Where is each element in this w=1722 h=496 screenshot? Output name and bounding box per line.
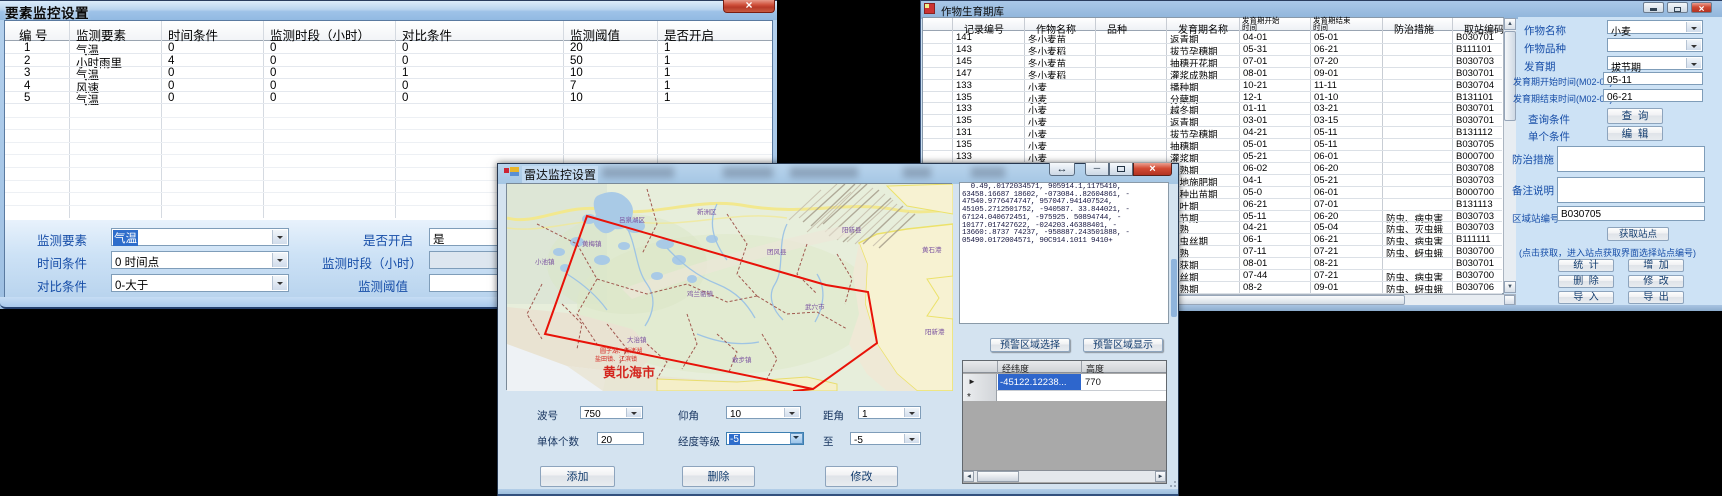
svg-text:新洲区: 新洲区 <box>697 207 717 216</box>
svg-text:呂泉湖区: 呂泉湖区 <box>619 215 646 224</box>
svg-text:黄梅镇: 黄梅镇 <box>582 239 602 248</box>
svg-text:小池镇: 小池镇 <box>535 257 555 266</box>
svg-text:团风县: 团风县 <box>767 248 787 256</box>
svg-text:阳新港: 阳新港 <box>925 327 945 336</box>
svg-text:圆子湖、新渚湖: 圆子湖、新渚湖 <box>600 347 642 355</box>
svg-text:敢步镇: 敢步镇 <box>732 355 752 364</box>
svg-text:武穴市: 武穴市 <box>805 302 825 311</box>
svg-text:鸡兰貉镇: 鸡兰貉镇 <box>687 289 714 298</box>
svg-text:大治镇: 大治镇 <box>627 335 647 344</box>
svg-text:盐田镇、江滨镇: 盐田镇、江滨镇 <box>595 355 637 363</box>
svg-text:黄石港: 黄石港 <box>922 245 942 254</box>
svg-text:黄北海市: 黄北海市 <box>603 365 655 380</box>
svg-text:阳新县: 阳新县 <box>842 225 862 234</box>
